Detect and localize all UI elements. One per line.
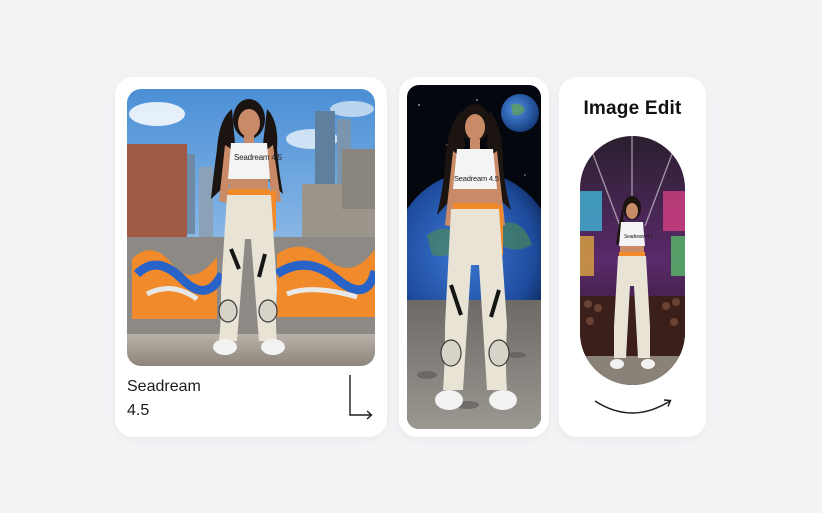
model-version-label: 4.5 bbox=[127, 402, 150, 419]
graffiti-street-photo: Seadream 4.5 bbox=[127, 89, 375, 366]
concert-stage-photo: Seadream 4.5 bbox=[580, 136, 685, 385]
moon-space-photo: Seadream 4.5 bbox=[407, 85, 541, 429]
image-edit-heading: Image Edit bbox=[583, 98, 682, 119]
shirt-print-text: Seadream 4.5 bbox=[454, 174, 499, 183]
model-caption: Seadream 4.5 bbox=[127, 375, 201, 423]
shirt-print-text: Seadream 4.5 bbox=[234, 153, 282, 162]
shirt-print-text: Seadream 4.5 bbox=[624, 234, 654, 240]
image-edit-card[interactable]: Image Edit Seadream 4.5 bbox=[559, 77, 706, 437]
curved-arrow-icon[interactable] bbox=[592, 395, 674, 421]
seadream-card[interactable]: Seadream 4.5 Seadream 4.5 bbox=[115, 77, 387, 437]
model-name-label: Seadream bbox=[127, 378, 201, 395]
corner-down-right-arrow-icon[interactable] bbox=[347, 373, 375, 421]
space-preview-card[interactable]: Seadream 4.5 bbox=[399, 77, 549, 437]
